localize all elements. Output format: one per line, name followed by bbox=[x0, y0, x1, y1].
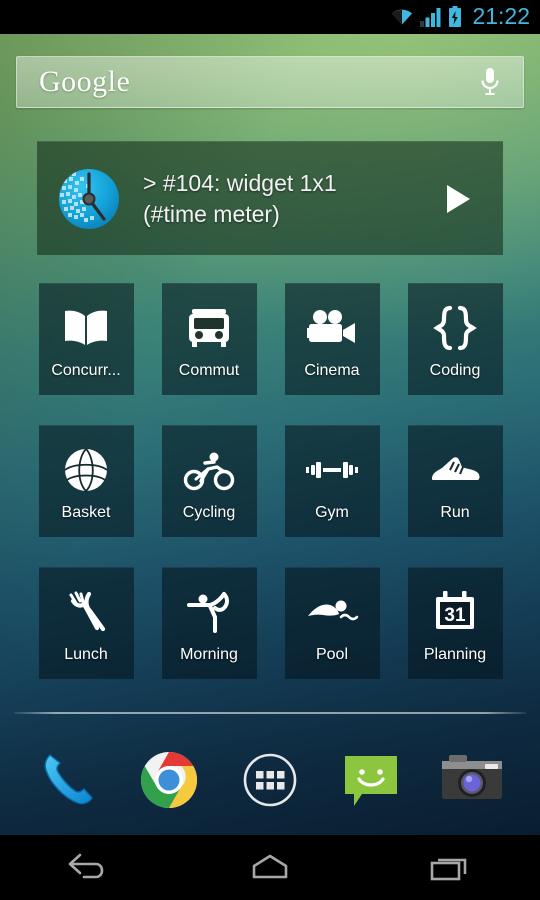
app-tile-label: Planning bbox=[423, 645, 487, 663]
dock bbox=[0, 735, 540, 825]
app-tile-planning[interactable]: 31 Planning bbox=[407, 567, 503, 679]
app-tile-label: Basket bbox=[61, 503, 111, 521]
app-tile-label: Coding bbox=[429, 361, 481, 379]
time-meter-widget[interactable]: > #104: widget 1x1 (#time meter) bbox=[37, 141, 503, 255]
curly-braces-icon bbox=[432, 300, 478, 356]
app-tile-pool[interactable]: Pool bbox=[284, 567, 380, 679]
calendar-31-icon: 31 bbox=[432, 584, 478, 640]
widget-line-1: > #104: widget 1x1 bbox=[143, 169, 337, 196]
google-logo: Google bbox=[39, 65, 131, 98]
app-tile-run[interactable]: Run bbox=[407, 425, 503, 537]
app-tile-concurrence[interactable]: Concurr... bbox=[38, 283, 134, 395]
bus-icon bbox=[186, 300, 232, 356]
app-tile-commute[interactable]: Commut bbox=[161, 283, 257, 395]
app-tile-gym[interactable]: Gym bbox=[284, 425, 380, 537]
app-drawer-icon[interactable] bbox=[234, 744, 306, 816]
nav-home-button[interactable] bbox=[215, 844, 325, 892]
app-tile-cycling[interactable]: Cycling bbox=[161, 425, 257, 537]
app-tile-label: Commut bbox=[178, 361, 240, 379]
home-screen: 21:22 Google > #104: widget 1x1 (#time m… bbox=[0, 0, 540, 900]
navigation-bar bbox=[0, 835, 540, 900]
app-tile-morning[interactable]: Morning bbox=[161, 567, 257, 679]
status-bar[interactable]: 21:22 bbox=[0, 0, 540, 34]
chrome-app-icon[interactable] bbox=[133, 744, 205, 816]
app-tile-label: Run bbox=[440, 503, 470, 521]
movie-camera-icon bbox=[307, 300, 357, 356]
google-search-bar[interactable]: Google bbox=[16, 56, 524, 108]
nav-recents-button[interactable] bbox=[395, 844, 505, 892]
app-tile-label: Cinema bbox=[304, 361, 360, 379]
time-meter-clock-icon bbox=[53, 163, 125, 235]
app-tile-basket[interactable]: Basket bbox=[38, 425, 134, 537]
yoga-pose-icon bbox=[184, 584, 234, 640]
app-tile-label: Morning bbox=[180, 645, 238, 663]
svg-text:31: 31 bbox=[444, 605, 466, 626]
nav-back-button[interactable] bbox=[35, 844, 145, 892]
sneaker-icon bbox=[428, 442, 482, 498]
play-triangle-icon[interactable] bbox=[443, 182, 473, 216]
app-tile-label: Pool bbox=[315, 645, 349, 663]
status-bar-clock: 21:22 bbox=[472, 2, 530, 29]
app-tile-label: Cycling bbox=[182, 503, 236, 521]
wifi-icon bbox=[390, 7, 414, 27]
app-tile-cinema[interactable]: Cinema bbox=[284, 283, 380, 395]
dumbbell-icon bbox=[305, 442, 359, 498]
microphone-icon[interactable] bbox=[479, 66, 523, 98]
app-tile-label: Gym bbox=[315, 503, 349, 521]
app-tile-coding[interactable]: Coding bbox=[407, 283, 503, 395]
app-tile-label: Lunch bbox=[64, 645, 108, 663]
app-grid: Concurr... Commut Cinema Coding Basket C… bbox=[0, 283, 540, 679]
fork-knife-icon bbox=[63, 584, 109, 640]
basketball-icon bbox=[63, 442, 109, 498]
cellular-signal-icon bbox=[420, 7, 442, 27]
swimmer-icon bbox=[305, 584, 359, 640]
open-book-icon bbox=[61, 300, 111, 356]
widget-line-2: (#time meter) bbox=[143, 200, 280, 227]
messaging-app-icon[interactable] bbox=[335, 744, 407, 816]
widget-label: > #104: widget 1x1 (#time meter) bbox=[143, 168, 443, 230]
app-tile-lunch[interactable]: Lunch bbox=[38, 567, 134, 679]
app-tile-label: Concurr... bbox=[51, 361, 121, 379]
cyclist-icon bbox=[183, 442, 235, 498]
battery-charging-icon bbox=[448, 6, 462, 28]
camera-app-icon[interactable] bbox=[436, 744, 508, 816]
phone-app-icon[interactable] bbox=[32, 744, 104, 816]
dock-divider bbox=[14, 712, 526, 714]
